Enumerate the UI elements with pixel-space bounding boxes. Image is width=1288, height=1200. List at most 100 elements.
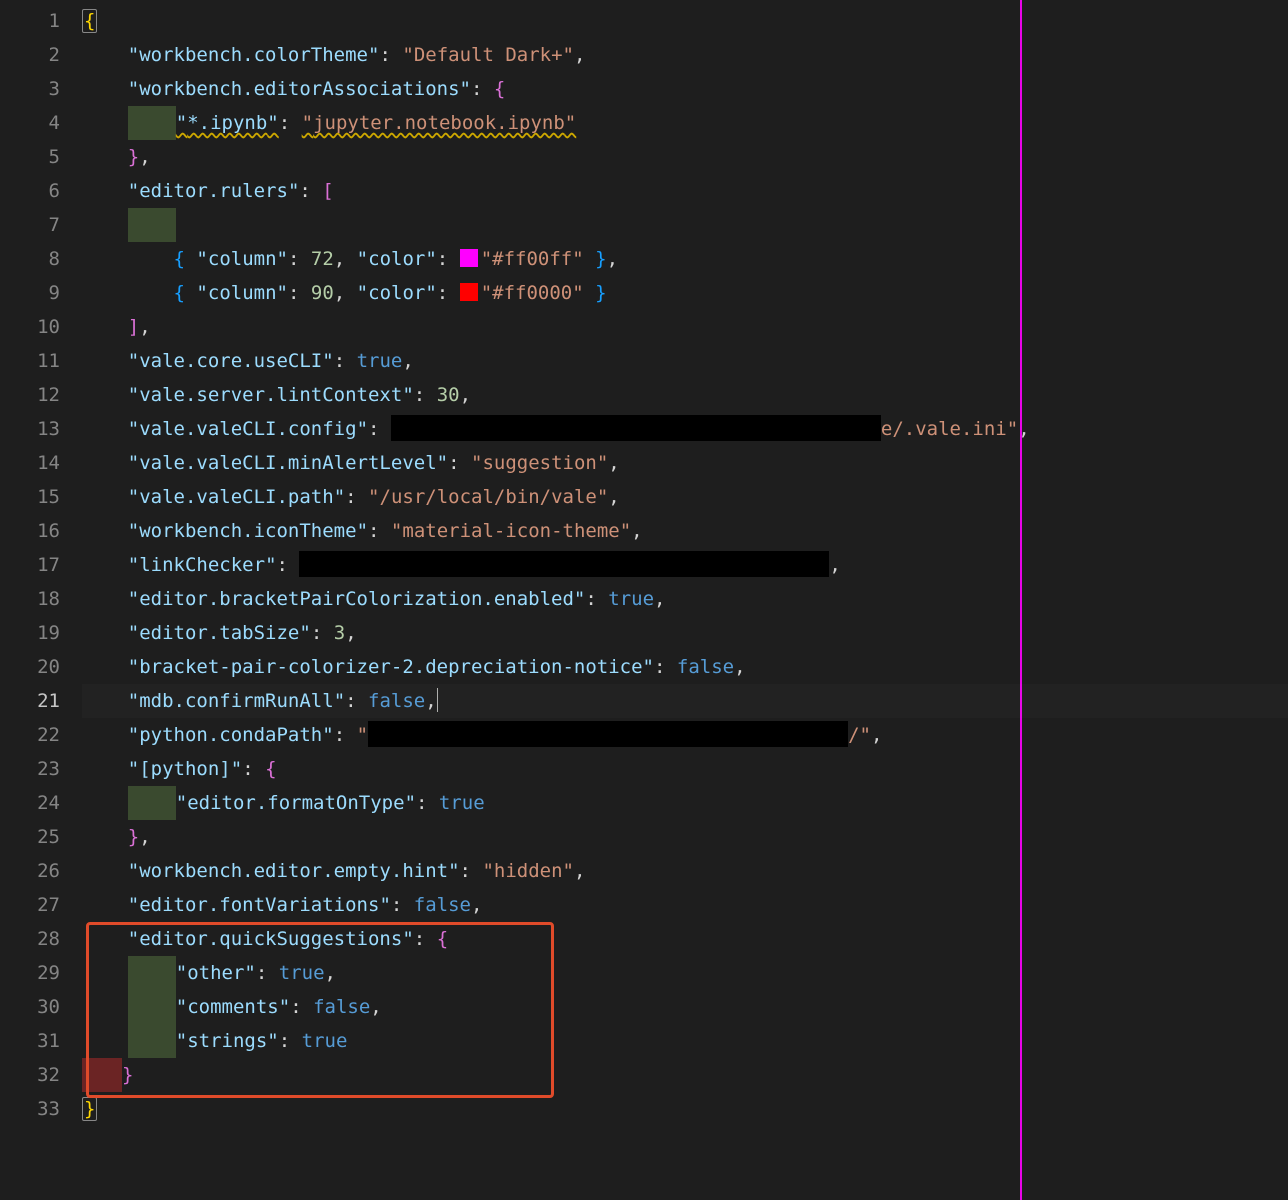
json-string: Default Dark+ (414, 44, 563, 66)
json-keyword: true (608, 588, 654, 610)
json-key: editor.tabSize (139, 622, 299, 644)
line-number: 14 (0, 446, 60, 480)
code-line[interactable]: "workbench.editorAssociations": { (82, 72, 1288, 106)
json-string: jupyter.notebook.ipynb (313, 112, 565, 134)
redacted-block (391, 415, 881, 441)
code-line[interactable]: }, (82, 820, 1288, 854)
json-number: 30 (437, 384, 460, 406)
code-editor[interactable]: 1 2 3 4 5 6 7 8 9 10 11 12 13 14 15 16 1… (0, 0, 1288, 1200)
code-line[interactable]: "[python]": { (82, 752, 1288, 786)
line-number: 30 (0, 990, 60, 1024)
code-line[interactable]: "vale.valeCLI.path": "/usr/local/bin/val… (82, 480, 1288, 514)
code-line[interactable]: "vale.server.lintContext": 30, (82, 378, 1288, 412)
code-line[interactable]: "other": true, (82, 956, 1288, 990)
json-number: 3 (334, 622, 345, 644)
modified-marker (128, 786, 176, 820)
line-number: 16 (0, 514, 60, 548)
json-key: editor.fontVariations (139, 894, 379, 916)
json-string: material-icon-theme (402, 520, 619, 542)
json-string: /usr/local/bin/vale (380, 486, 597, 508)
code-line[interactable]: "vale.valeCLI.minAlertLevel": "suggestio… (82, 446, 1288, 480)
json-key: vale.valeCLI.minAlertLevel (139, 452, 436, 474)
code-line[interactable]: } (82, 1058, 1288, 1092)
line-number: 5 (0, 140, 60, 174)
json-key: vale.valeCLI.path (139, 486, 333, 508)
line-number: 3 (0, 72, 60, 106)
code-line[interactable]: "editor.tabSize": 3, (82, 616, 1288, 650)
json-key: editor.quickSuggestions (139, 928, 402, 950)
code-line[interactable]: { "column": 72, "color": "#ff00ff" }, (82, 242, 1288, 276)
code-line[interactable]: "strings": true (82, 1024, 1288, 1058)
code-line[interactable]: "python.condaPath": "/", (82, 718, 1288, 752)
json-key: strings (187, 1030, 267, 1052)
json-key: editor.bracketPairColorization.enabled (139, 588, 574, 610)
code-line[interactable]: "*.ipynb": "jupyter.notebook.ipynb" (82, 106, 1288, 140)
json-keyword: true (439, 792, 485, 814)
line-number: 18 (0, 582, 60, 616)
modified-marker (128, 990, 176, 1024)
line-number: 6 (0, 174, 60, 208)
line-number: 10 (0, 310, 60, 344)
code-line[interactable]: { "column": 90, "color": "#ff0000" } (82, 276, 1288, 310)
json-key: workbench.colorTheme (139, 44, 368, 66)
line-number: 17 (0, 548, 60, 582)
line-number: 29 (0, 956, 60, 990)
line-number: 33 (0, 1092, 60, 1126)
error-marker (82, 1058, 122, 1092)
code-line[interactable]: "workbench.iconTheme": "material-icon-th… (82, 514, 1288, 548)
line-number: 21 (0, 684, 60, 718)
json-number: 90 (311, 282, 334, 304)
code-line[interactable]: "editor.rulers": [ (82, 174, 1288, 208)
line-number: 8 (0, 242, 60, 276)
json-key: bracket-pair-colorizer-2.depreciation-no… (139, 656, 642, 678)
open-brace: { (82, 9, 97, 33)
json-key: vale.server.lintContext (139, 384, 402, 406)
json-string: #ff00ff (492, 248, 572, 270)
code-line[interactable]: "mdb.confirmRunAll": false, (82, 684, 1288, 718)
modified-marker (128, 1024, 176, 1058)
modified-marker (128, 208, 176, 242)
json-key: editor.formatOnType (187, 792, 404, 814)
code-line[interactable]: ], (82, 310, 1288, 344)
line-number: 24 (0, 786, 60, 820)
code-line[interactable]: { (82, 4, 1288, 38)
code-line[interactable]: "comments": false, (82, 990, 1288, 1024)
line-number: 27 (0, 888, 60, 922)
code-line[interactable]: } (82, 1092, 1288, 1126)
code-area[interactable]: { "workbench.colorTheme": "Default Dark+… (82, 0, 1288, 1200)
json-keyword: true (279, 962, 325, 984)
line-number: 4 (0, 106, 60, 140)
line-number: 7 (0, 208, 60, 242)
json-key: vale.valeCLI.config (139, 418, 356, 440)
line-number: 26 (0, 854, 60, 888)
code-line[interactable]: "workbench.colorTheme": "Default Dark+", (82, 38, 1288, 72)
code-line[interactable]: "vale.core.useCLI": true, (82, 344, 1288, 378)
code-line[interactable]: "editor.fontVariations": false, (82, 888, 1288, 922)
code-line[interactable]: "editor.formatOnType": true (82, 786, 1288, 820)
code-line[interactable]: "vale.valeCLI.config": e/.vale.ini", (82, 412, 1288, 446)
json-key: color (368, 248, 425, 270)
line-number: 25 (0, 820, 60, 854)
json-key: linkChecker (139, 554, 265, 576)
code-line[interactable]: "workbench.editor.empty.hint": "hidden", (82, 854, 1288, 888)
code-line[interactable]: "editor.bracketPairColorization.enabled"… (82, 582, 1288, 616)
line-number: 23 (0, 752, 60, 786)
line-number: 13 (0, 412, 60, 446)
code-line[interactable] (82, 208, 1288, 242)
code-line[interactable]: "editor.quickSuggestions": { (82, 922, 1288, 956)
json-keyword: false (677, 656, 734, 678)
text-cursor (437, 688, 438, 712)
json-keyword: true (357, 350, 403, 372)
code-line[interactable]: }, (82, 140, 1288, 174)
json-key: comments (187, 996, 279, 1018)
json-key: editor.rulers (139, 180, 288, 202)
code-line[interactable]: "bracket-pair-colorizer-2.depreciation-n… (82, 650, 1288, 684)
line-number: 15 (0, 480, 60, 514)
line-number: 1 (0, 4, 60, 38)
json-key: workbench.editorAssociations (139, 78, 459, 100)
json-string: / (848, 724, 859, 746)
code-line[interactable]: "linkChecker": , (82, 548, 1288, 582)
json-key: [python] (139, 758, 231, 780)
line-number: 32 (0, 1058, 60, 1092)
json-key: column (208, 282, 277, 304)
